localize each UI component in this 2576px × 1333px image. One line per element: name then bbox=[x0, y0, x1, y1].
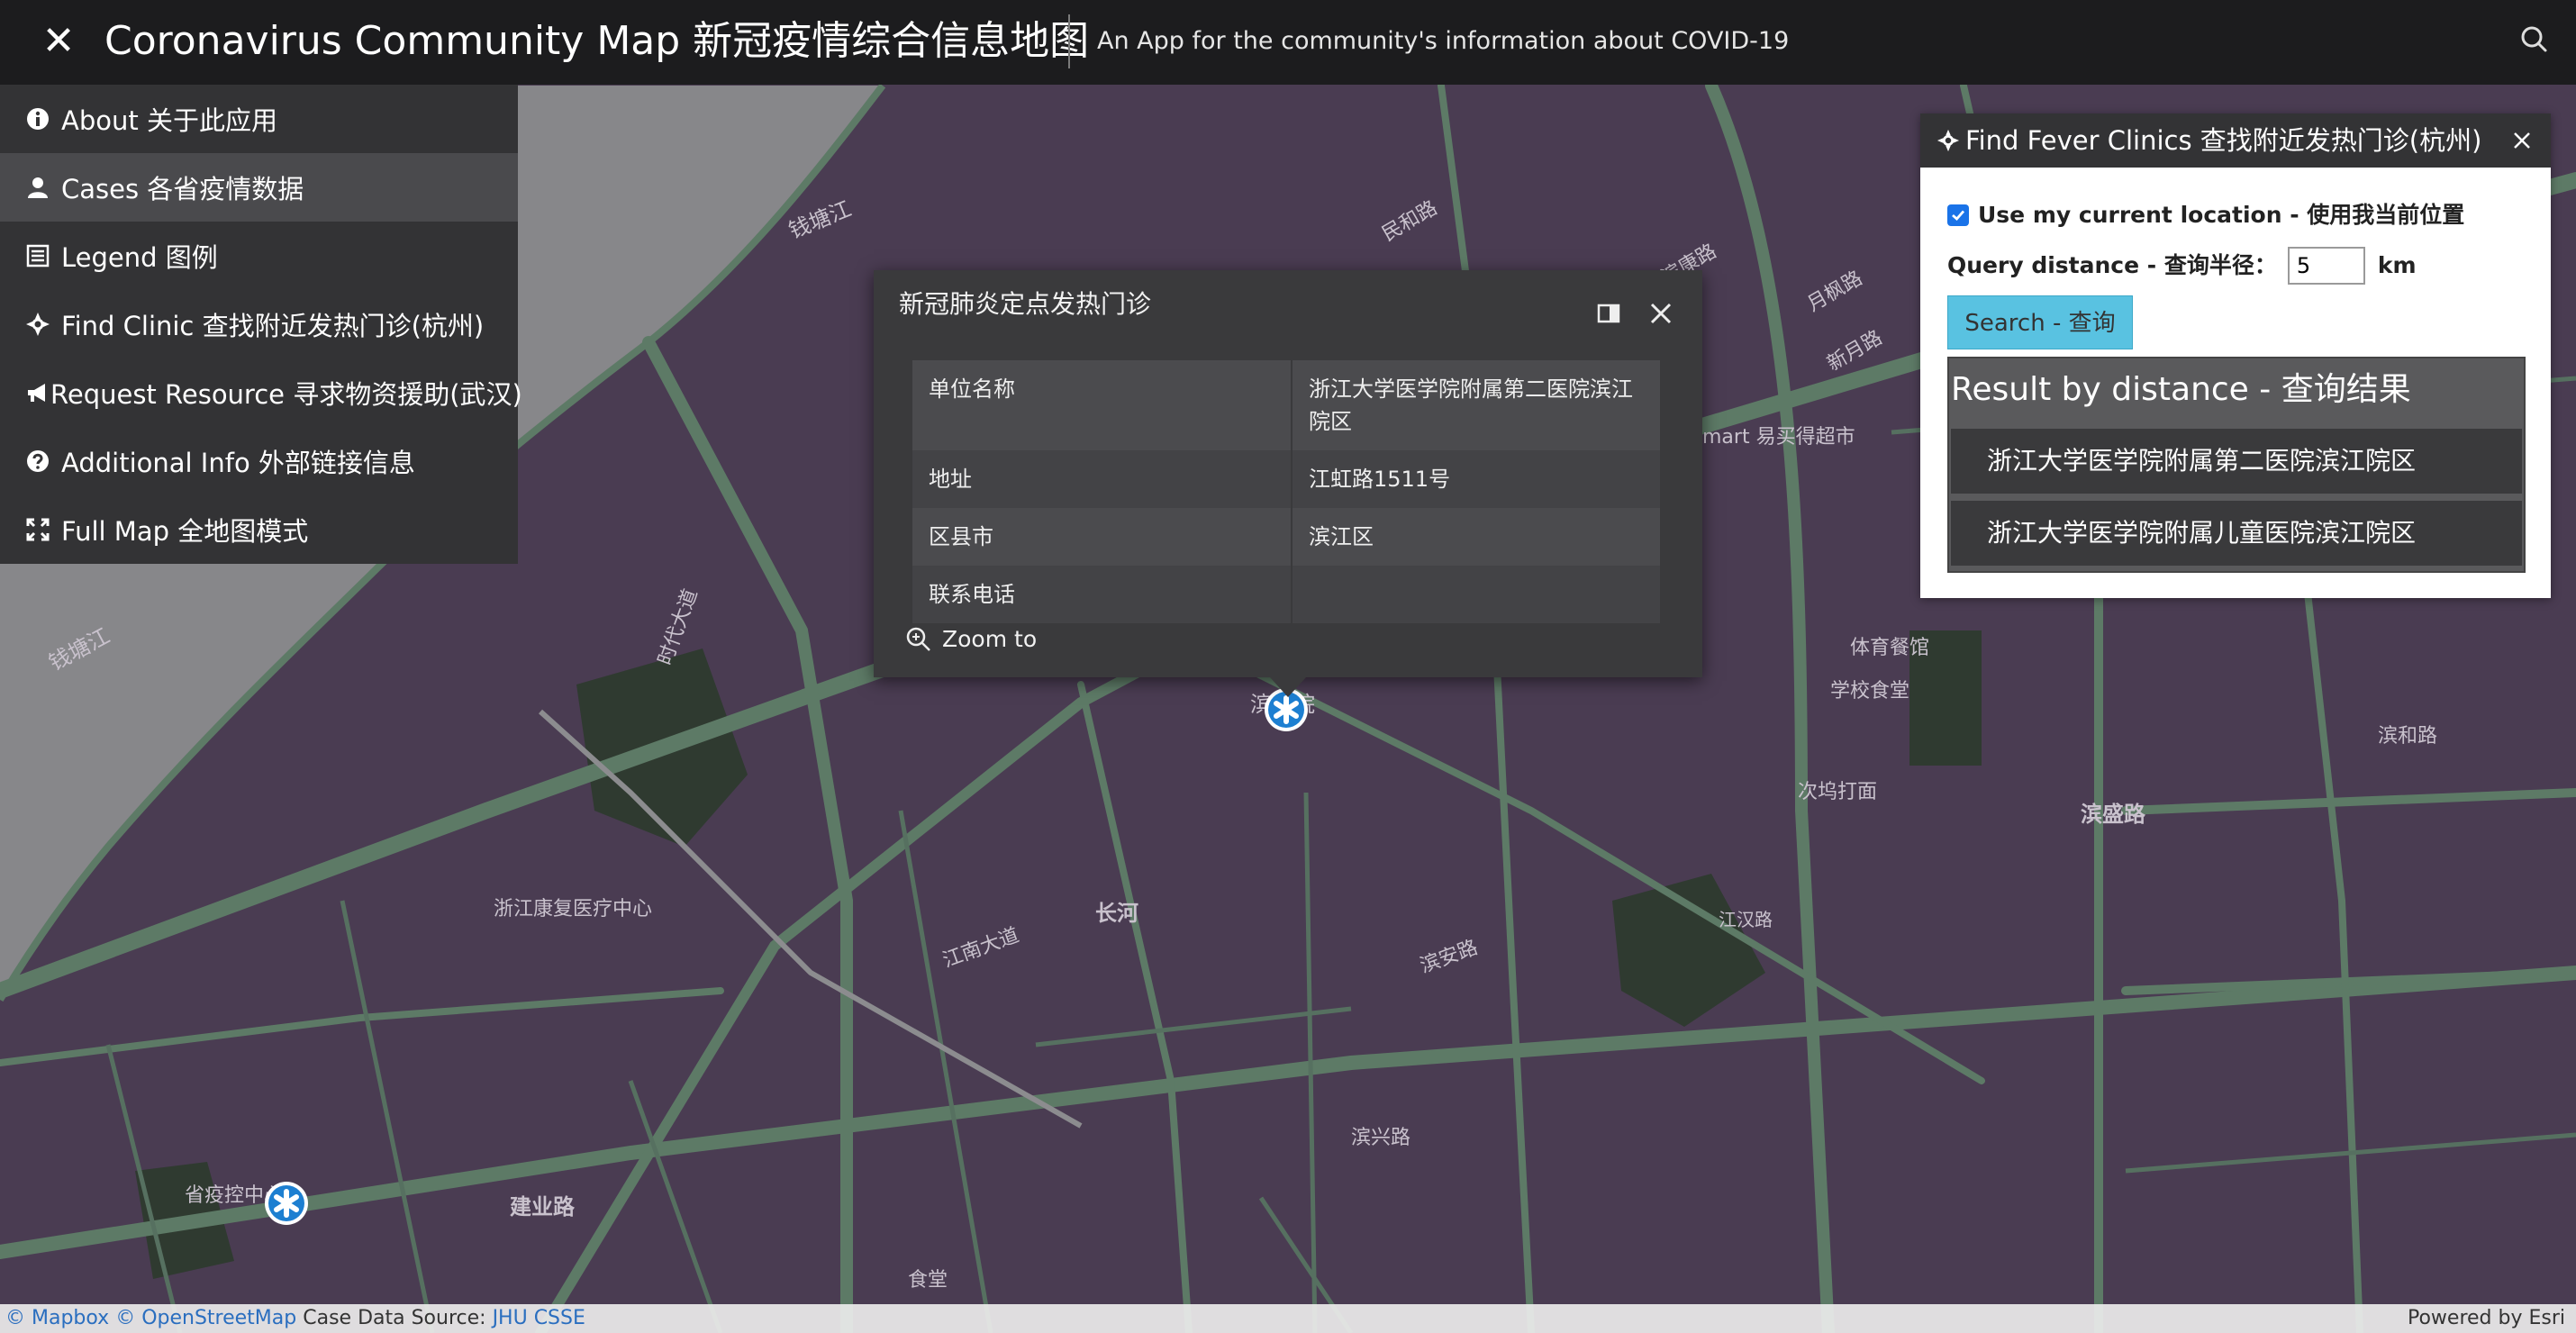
map-label: 滨和路 bbox=[2378, 725, 2437, 748]
attribute-value bbox=[1292, 566, 1662, 623]
list-icon bbox=[25, 242, 61, 269]
menu-item-label: Request Resource 寻求物资援助(武汉) bbox=[50, 379, 522, 410]
use-location-checkbox[interactable] bbox=[1947, 204, 1969, 226]
expand-icon bbox=[25, 516, 61, 543]
zoom-to-button[interactable]: Zoom to bbox=[904, 623, 1037, 656]
close-icon[interactable] bbox=[2506, 124, 2538, 157]
dock-icon[interactable] bbox=[1592, 297, 1625, 330]
result-item[interactable]: 浙江大学医学院附属第二医院滨江院区 bbox=[1951, 429, 2522, 494]
distance-label: Query distance - 查询半径： bbox=[1947, 252, 2277, 278]
megaphone-icon bbox=[25, 379, 50, 406]
attribute-key: 地址 bbox=[912, 450, 1293, 508]
menu-item-cases[interactable]: Cases 各省疫情数据 bbox=[0, 153, 518, 222]
menu-item-full-map[interactable]: Full Map 全地图模式 bbox=[0, 495, 518, 564]
use-location-row: Use my current location - 使用我当前位置 bbox=[1947, 200, 2464, 231]
map-label: 次坞打面 bbox=[1798, 781, 1877, 803]
app-title: Coronavirus Community Map 新冠疫情综合信息地图 bbox=[104, 18, 1090, 64]
map-label: 长河 bbox=[1095, 901, 1138, 926]
app-subtitle: An App for the community's information a… bbox=[1097, 27, 1790, 55]
panel-title: Find Fever Clinics 查找附近发热门诊(杭州) bbox=[1937, 122, 2481, 159]
table-row: 联系电话 bbox=[912, 566, 1662, 623]
zoom-to-label: Zoom to bbox=[942, 626, 1038, 652]
map-label: 建业路 bbox=[510, 1194, 576, 1220]
attribute-key: 联系电话 bbox=[912, 566, 1293, 623]
table-row: 地址 江虹路1511号 bbox=[912, 450, 1662, 508]
map-label: 滨兴路 bbox=[1351, 1127, 1410, 1149]
menu-item-label: Legend 图例 bbox=[61, 242, 218, 273]
menu-item-additional-info[interactable]: Additional Info 外部链接信息 bbox=[0, 427, 518, 495]
mapbox-link[interactable]: © Mapbox bbox=[5, 1307, 109, 1329]
attribute-table: 单位名称 浙江大学医学院附属第二医院滨江院区 地址 江虹路1511号 区县市 滨… bbox=[912, 360, 1662, 623]
attribute-value: 滨江区 bbox=[1292, 508, 1662, 566]
attribution-left: © Mapbox © OpenStreetMap Case Data Sourc… bbox=[5, 1304, 585, 1333]
table-row: 区县市 滨江区 bbox=[912, 508, 1662, 566]
search-icon[interactable] bbox=[2513, 18, 2558, 63]
attribution-bar: © Mapbox © OpenStreetMap Case Data Sourc… bbox=[0, 1304, 2576, 1333]
distance-unit: km bbox=[2377, 252, 2417, 278]
results-list: Result by distance - 查询结果 浙江大学医学院附属第二医院滨… bbox=[1947, 357, 2526, 573]
distance-input[interactable] bbox=[2287, 247, 2365, 285]
menu-item-legend[interactable]: Legend 图例 bbox=[0, 222, 518, 290]
info-icon bbox=[25, 105, 61, 132]
menu-item-label: About 关于此应用 bbox=[61, 105, 277, 136]
attribute-value: 浙江大学医学院附属第二医院滨江院区 bbox=[1292, 360, 1662, 450]
search-button[interactable]: Search - 查询 bbox=[1947, 295, 2133, 349]
check-icon bbox=[1952, 210, 1965, 221]
menu-item-about[interactable]: About 关于此应用 bbox=[0, 85, 518, 153]
user-icon bbox=[25, 174, 61, 201]
menu-item-label: Cases 各省疫情数据 bbox=[61, 174, 304, 204]
locate-icon bbox=[25, 311, 61, 338]
close-menu-icon[interactable]: ✕ bbox=[36, 19, 81, 64]
menu-item-label: Additional Info 外部链接信息 bbox=[61, 448, 415, 478]
map-label: 体育餐馆 bbox=[1850, 637, 1929, 659]
powered-by: Powered by Esri bbox=[2407, 1307, 2565, 1329]
results-title: Result by distance - 查询结果 bbox=[1951, 371, 2411, 408]
clinic-marker bbox=[265, 1182, 308, 1225]
map-label: 江汉路 bbox=[1719, 909, 1773, 930]
panel-header: Find Fever Clinics 查找附近发热门诊(杭州) bbox=[1920, 113, 2551, 168]
use-location-label: Use my current location - 使用我当前位置 bbox=[1978, 202, 2465, 228]
panel-title-text: Find Fever Clinics 查找附近发热门诊(杭州) bbox=[1965, 125, 2482, 156]
find-clinics-panel: Find Fever Clinics 查找附近发热门诊(杭州) Use my c… bbox=[1920, 113, 2551, 598]
attribute-key: 单位名称 bbox=[912, 360, 1293, 450]
feature-popup: 新冠肺炎定点发热门诊 单位名称 浙江大学医学院附属第二医院滨江院区 地址 江虹路… bbox=[874, 270, 1702, 677]
menu-item-find-clinic[interactable]: Find Clinic 查找附近发热门诊(杭州) bbox=[0, 290, 518, 358]
map-label: 滨盛路 bbox=[2081, 802, 2146, 827]
popup-title: 新冠肺炎定点发热门诊 bbox=[899, 289, 1152, 319]
source-label: Case Data Source: bbox=[303, 1307, 486, 1329]
osm-link[interactable]: © OpenStreetMap bbox=[115, 1307, 296, 1329]
menu-item-label: Find Clinic 查找附近发热门诊(杭州) bbox=[61, 311, 485, 341]
header-divider bbox=[1068, 14, 1070, 68]
result-item[interactable]: 浙江大学医学院附属儿童医院滨江院区 bbox=[1951, 501, 2522, 566]
zoom-in-icon bbox=[906, 627, 930, 651]
locate-icon bbox=[1937, 129, 1960, 152]
close-icon[interactable] bbox=[1645, 297, 1677, 330]
question-icon bbox=[25, 448, 61, 475]
jhu-link[interactable]: JHU CSSE bbox=[493, 1307, 585, 1329]
menu-item-request-resource[interactable]: Request Resource 寻求物资援助(武汉) bbox=[0, 358, 522, 427]
app-header: ✕ Coronavirus Community Map 新冠疫情综合信息地图 A… bbox=[0, 0, 2576, 85]
query-distance-row: Query distance - 查询半径： km bbox=[1947, 243, 2417, 288]
attribute-key: 区县市 bbox=[912, 508, 1293, 566]
map-label: 学校食堂 bbox=[1830, 680, 1909, 703]
map-label: 食堂 bbox=[908, 1269, 948, 1292]
popup-pointer bbox=[1270, 677, 1306, 697]
side-menu: About 关于此应用 Cases 各省疫情数据 Legend 图例 Find … bbox=[0, 85, 522, 564]
map-label: 浙江康复医疗中心 bbox=[494, 898, 652, 920]
map-label: mart 易买得超市 bbox=[1702, 426, 1855, 449]
table-row: 单位名称 浙江大学医学院附属第二医院滨江院区 bbox=[912, 360, 1662, 450]
attribute-value: 江虹路1511号 bbox=[1292, 450, 1662, 508]
menu-item-label: Full Map 全地图模式 bbox=[61, 516, 309, 547]
